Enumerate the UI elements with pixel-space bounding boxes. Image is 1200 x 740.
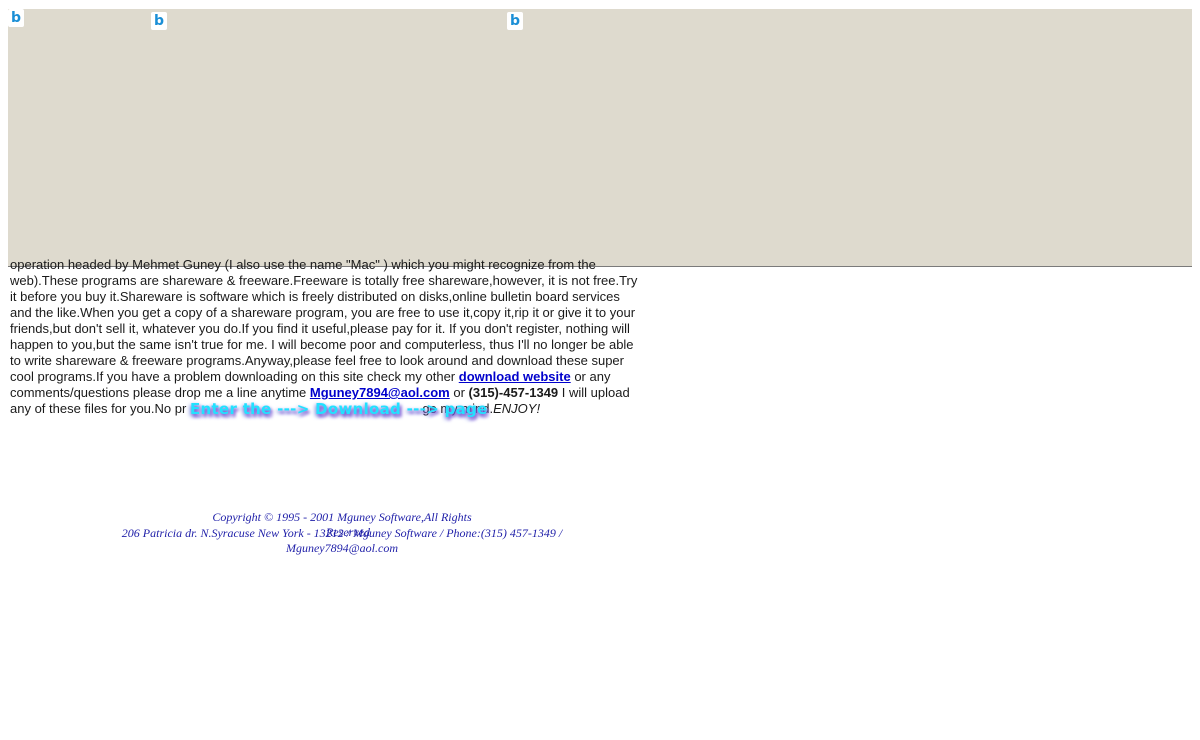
- footer-email: Mguney7894@aol.com: [285, 541, 398, 555]
- intro-text-1: web).These programs are shareware & free…: [10, 273, 638, 384]
- intro-paragraph: operation headed by Mehmet Guney (I also…: [10, 257, 644, 417]
- intro-text-3: or: [449, 385, 469, 400]
- clipped-line: operation headed by Mehmet Guney (I also…: [10, 257, 596, 272]
- enjoy-text: ENJOY!: [493, 401, 541, 416]
- enter-download-page-link[interactable]: Enter the ---> Download ---> page: [190, 400, 488, 418]
- email-link[interactable]: Mguney7894@aol.com: [310, 385, 450, 400]
- phone-number: (315)-457-1349: [468, 385, 559, 400]
- copyright-text: Copyright © 1995 - 2001 Mguney Software,…: [212, 510, 472, 524]
- b-logo-icon: b: [507, 12, 523, 30]
- top-banner: [8, 9, 1192, 267]
- b-logo-icon: b: [8, 9, 24, 27]
- reserved-text: Reserved: [326, 525, 370, 539]
- download-website-link[interactable]: download website: [459, 369, 571, 384]
- footer: Copyright © 1995 - 2001 Mguney Software,…: [120, 510, 564, 557]
- b-logo-icon: b: [151, 12, 167, 30]
